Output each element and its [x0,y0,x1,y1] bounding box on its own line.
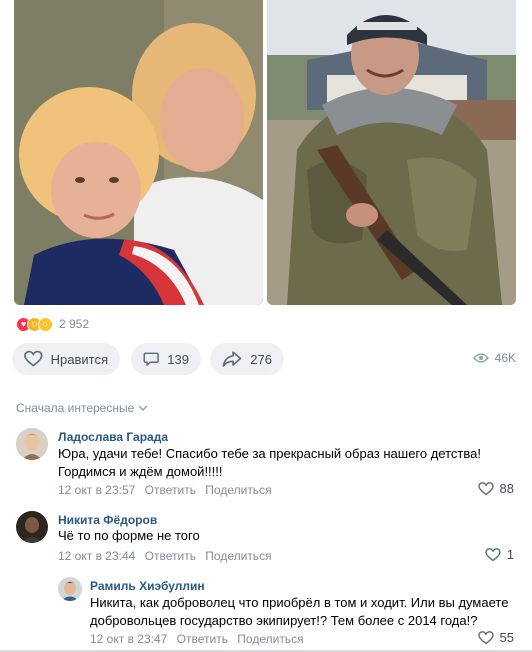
comment-time[interactable]: 12 окт в 23:44 [58,549,135,563]
share-comment-button[interactable]: Поделиться [205,549,271,563]
comment-text-line: Юра, удачи тебе! Спасибо тебе за прекрас… [58,446,481,461]
post-photo-collage[interactable] [14,0,516,305]
comments-count: 139 [167,351,189,367]
reaction-count: 2 952 [59,317,90,331]
comment-like-count: 55 [499,630,514,645]
heart-outline-icon [477,630,494,644]
avatar-image [16,428,48,460]
chevron-down-icon [138,405,148,411]
comments-button[interactable]: 139 [131,343,201,375]
reactions-summary[interactable]: ♥ ☺ ○ 2 952 [16,315,89,333]
avatar[interactable] [16,428,48,460]
post-photo-left[interactable] [14,0,263,305]
post-action-bar: Нравится 139 276 46K [12,343,516,375]
avatar[interactable] [58,577,82,601]
share-arrow-icon [222,351,242,367]
comment-author[interactable]: Рамиль Хиэбуллин [90,579,205,593]
reply-button[interactable]: Ответить [177,632,228,646]
comment-author[interactable]: Никита Фёдоров [58,513,157,527]
post-photo-right[interactable] [267,0,516,305]
shares-count: 276 [250,351,272,367]
comment-like-button[interactable]: 55 [477,630,514,645]
comments-sort-dropdown[interactable]: Сначала интересные [16,401,148,415]
avatar[interactable] [16,511,48,543]
like-button[interactable]: Нравится [12,343,120,375]
share-comment-button[interactable]: Поделиться [237,632,303,646]
heart-outline-icon [477,481,494,495]
share-comment-button[interactable]: Поделиться [205,483,271,497]
comment-icon [143,352,159,366]
comment-author[interactable]: Ладослава Гарада [58,430,168,444]
comment-time[interactable]: 12 окт в 23:47 [90,632,167,646]
comment-meta: 12 окт в 23:57 Ответить Поделиться [58,483,278,497]
photo-right-illustration [267,0,516,305]
like-label: Нравится [50,351,108,367]
sort-label: Сначала интересные [16,401,135,415]
comment-time[interactable]: 12 окт в 23:57 [58,483,135,497]
comment-text-line: Гордимся и ждём домой!!!!! [58,464,223,479]
views-counter: 46K [472,351,516,365]
heart-outline-icon [485,547,501,561]
wow-icon: ○ [38,316,53,332]
reply-button[interactable]: Ответить [145,549,196,563]
comment-meta: 12 окт в 23:44 Ответить Поделиться [58,549,278,563]
comment-like-button[interactable]: 88 [477,481,514,496]
comment-like-button[interactable]: 1 [485,547,514,562]
comment-like-count: 1 [506,547,514,562]
avatar-image [58,577,82,601]
comment-text-line: добровольцев государство экипирует!? Тем… [90,613,478,628]
eye-icon [472,353,489,363]
comment-meta: 12 окт в 23:47 Ответить Поделиться [90,632,310,646]
comment-text-line: Никита, как доброволец что приобрёл в то… [90,595,509,610]
comment-text-line: Чё то по форме не того [58,528,200,543]
avatar-image [16,511,48,543]
comment-like-count: 88 [499,481,514,496]
heart-outline-icon [24,350,43,367]
share-button[interactable]: 276 [210,343,284,375]
photo-left-illustration [14,0,263,305]
views-count: 46K [494,351,516,365]
reply-button[interactable]: Ответить [145,483,196,497]
